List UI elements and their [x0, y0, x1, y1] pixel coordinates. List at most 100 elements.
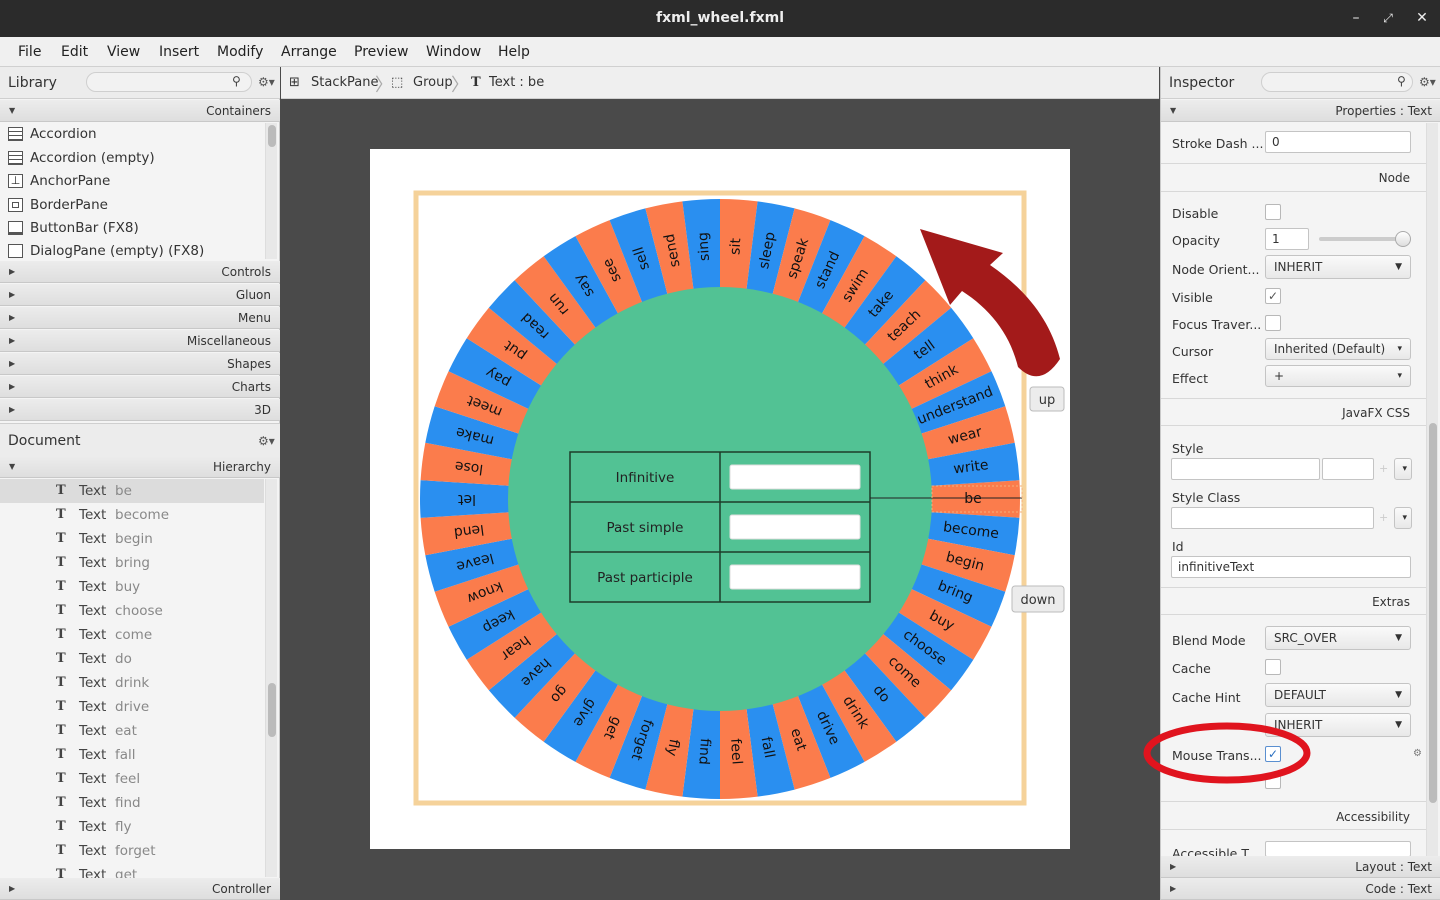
crumb-stackpane[interactable]: StackPane — [311, 75, 378, 90]
opacity-slider-thumb[interactable] — [1395, 231, 1411, 247]
text-node-icon: T — [56, 699, 66, 714]
library-item-dialogpane[interactable]: DialogPane (empty) (FX8) — [0, 240, 264, 263]
hierarchy-scrollbar[interactable] — [265, 479, 277, 877]
hierarchy-row[interactable]: T Text fall — [0, 743, 264, 767]
inspector-gear-icon[interactable]: ⚙▾ — [1419, 75, 1436, 89]
design-canvas[interactable]: be become begin bring buy choose come do drink dr… — [281, 100, 1159, 900]
wheel-word: sing — [695, 232, 713, 262]
hierarchy-row[interactable]: T Text drive — [0, 695, 264, 719]
past-simple-input[interactable] — [729, 514, 861, 540]
cursor-label: Cursor — [1172, 344, 1214, 359]
add-icon[interactable]: + — [1379, 511, 1388, 524]
section-controller[interactable]: ▶ Controller — [0, 878, 280, 900]
hierarchy-row[interactable]: T Text do — [0, 647, 264, 671]
dropdown-arrow-icon: ▼ — [1395, 262, 1402, 272]
section-shapes[interactable]: ▶ Shapes — [0, 353, 280, 375]
document-gear-icon[interactable]: ⚙▾ — [258, 434, 275, 448]
infinitive-input[interactable] — [729, 464, 861, 490]
style-value-field[interactable] — [1322, 458, 1374, 480]
style-class-field[interactable] — [1171, 507, 1374, 529]
node-orient-combo[interactable]: INHERIT ▼ — [1265, 255, 1411, 279]
hierarchy-row[interactable]: T Text feel — [0, 767, 264, 791]
opacity-slider[interactable] — [1319, 237, 1403, 241]
visible-checkbox[interactable]: ✓ — [1265, 288, 1281, 304]
maximize-icon[interactable]: ⤢ — [1378, 8, 1398, 28]
section-menu[interactable]: ▶ Menu — [0, 307, 280, 329]
hierarchy-row[interactable]: T Text eat — [0, 719, 264, 743]
section-miscellaneous[interactable]: ▶ Miscellaneous — [0, 330, 280, 352]
style-property-field[interactable] — [1171, 458, 1320, 480]
library-item-accordion-empty[interactable]: Accordion (empty) — [0, 147, 264, 170]
highlight-ellipse — [1143, 722, 1311, 784]
add-icon[interactable]: + — [1379, 462, 1388, 475]
library-item-buttonbar[interactable]: ButtonBar (FX8) — [0, 217, 264, 240]
hierarchy-scroll-thumb[interactable] — [268, 683, 276, 737]
section-containers[interactable]: ▼ Containers — [0, 100, 280, 122]
crumb-text-be[interactable]: Text : be — [489, 75, 544, 90]
menu-modify[interactable]: Modify — [217, 44, 263, 60]
menu-insert[interactable]: Insert — [159, 44, 199, 60]
hierarchy-row[interactable]: T Text find — [0, 791, 264, 815]
inspector-scrollbar[interactable] — [1426, 123, 1438, 857]
id-field[interactable]: infinitiveText — [1171, 556, 1411, 578]
menu-arrange[interactable]: Arrange — [281, 44, 337, 60]
opacity-field[interactable]: 1 — [1265, 228, 1309, 250]
cache-hint-combo[interactable]: DEFAULT ▼ — [1265, 683, 1411, 707]
close-icon[interactable]: ✕ — [1412, 8, 1432, 28]
library-scrollbar[interactable] — [265, 123, 277, 259]
menu-edit[interactable]: Edit — [61, 44, 88, 60]
up-button[interactable]: up — [1029, 386, 1065, 412]
past-participle-input[interactable] — [729, 564, 861, 590]
cursor-combo[interactable]: Inherited (Default) ▾ — [1265, 338, 1411, 360]
disable-label: Disable — [1172, 206, 1219, 221]
section-hierarchy[interactable]: ▼ Hierarchy — [0, 456, 280, 478]
stroke-dash-field[interactable]: 0 — [1265, 131, 1411, 153]
hierarchy-row[interactable]: T Text begin — [0, 527, 264, 551]
hierarchy-row[interactable]: T Text fly — [0, 815, 264, 839]
hierarchy-row[interactable]: T Text become — [0, 503, 264, 527]
menu-window[interactable]: Window — [426, 44, 481, 60]
crumb-group[interactable]: Group — [413, 75, 453, 90]
style-menu-button[interactable]: ▾ — [1394, 458, 1412, 480]
section-3d[interactable]: ▶ 3D — [0, 399, 280, 421]
hierarchy-row[interactable]: T Text bring — [0, 551, 264, 575]
wheel-word: feel — [727, 738, 745, 765]
hierarchy-row[interactable]: T Text buy — [0, 575, 264, 599]
menu-preview[interactable]: Preview — [354, 44, 409, 60]
inspector-search-input[interactable] — [1261, 72, 1413, 92]
library-scroll-thumb[interactable] — [268, 125, 276, 147]
cache-checkbox[interactable] — [1265, 659, 1281, 675]
hierarchy-row[interactable]: T Text drink — [0, 671, 264, 695]
hierarchy-row[interactable]: T Text choose — [0, 599, 264, 623]
section-controls[interactable]: ▶ Controls — [0, 261, 280, 283]
menu-view[interactable]: View — [107, 44, 140, 60]
section-properties[interactable]: ▼ Properties : Text — [1161, 100, 1440, 122]
library-item-anchorpane[interactable]: ⊥ AnchorPane — [0, 170, 264, 193]
section-layout[interactable]: ▶ Layout : Text — [1161, 856, 1440, 878]
library-gear-icon[interactable]: ⚙▾ — [258, 75, 275, 89]
disable-checkbox[interactable] — [1265, 204, 1281, 220]
focus-traversable-checkbox[interactable] — [1265, 315, 1281, 331]
section-code[interactable]: ▶ Code : Text — [1161, 878, 1440, 900]
library-item-accordion[interactable]: Accordion — [0, 123, 264, 146]
style-class-menu-button[interactable]: ▾ — [1394, 507, 1412, 529]
library-item-borderpane[interactable]: BorderPane — [0, 194, 264, 217]
library-search-input[interactable] — [86, 72, 252, 92]
hierarchy-row[interactable]: T Text forget — [0, 839, 264, 863]
menu-help[interactable]: Help — [498, 44, 530, 60]
down-button[interactable]: down — [1011, 585, 1065, 613]
chevron-right-icon: 〉 — [451, 75, 469, 96]
accessible-text-field[interactable] — [1265, 841, 1411, 857]
blend-mode-combo[interactable]: SRC_OVER ▼ — [1265, 626, 1411, 650]
property-gear-icon[interactable]: ⚙ — [1413, 748, 1422, 759]
effect-combo[interactable]: + ▾ — [1265, 365, 1411, 387]
hierarchy-row[interactable]: T Text be — [0, 479, 264, 503]
inspector-scroll-thumb[interactable] — [1429, 423, 1437, 803]
menu-file[interactable]: File — [18, 44, 41, 60]
minimize-icon[interactable]: – — [1346, 8, 1366, 28]
text-node-icon: T — [56, 795, 66, 810]
text-node-icon: T — [56, 651, 66, 666]
section-gluon[interactable]: ▶ Gluon — [0, 284, 280, 306]
hierarchy-row[interactable]: T Text come — [0, 623, 264, 647]
section-charts[interactable]: ▶ Charts — [0, 376, 280, 398]
